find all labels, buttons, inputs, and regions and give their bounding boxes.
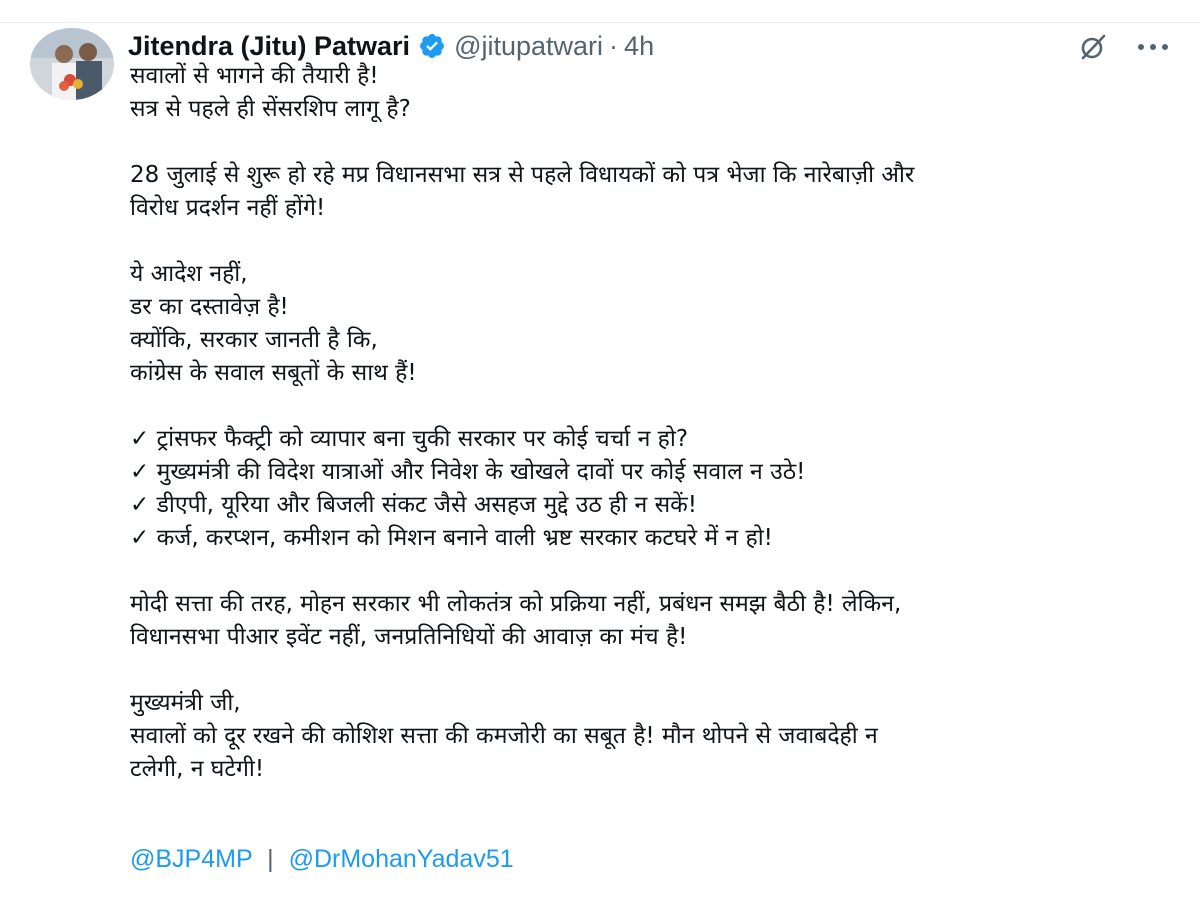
header-actions [1076,30,1170,64]
avatar-image [30,28,114,100]
tweet-text-line: सवालों से भागने की तैयारी है! [130,63,379,89]
verified-badge-icon [418,32,446,60]
tweet-text-line: मोदी सत्ता की तरह, मोहन सरकार भी लोकतंत्… [130,591,902,617]
avatar[interactable] [30,28,114,100]
top-divider [0,0,1200,23]
more-options-icon[interactable] [1136,30,1170,64]
tweet-text-line: सत्र से पहले ही सेंसरशिप लागू है? [130,96,411,122]
grok-icon[interactable] [1076,30,1110,64]
tweet-text-line: क्योंकि, सरकार जानती है कि, [130,327,378,353]
author-handle[interactable]: @jitupatwari [454,31,603,62]
tweet-text-line: विधानसभा पीआर इवेंट नहीं, जनप्रतिनिधियों… [130,624,688,650]
mention-link-drmohanyadav51[interactable]: @DrMohanYadav51 [289,845,514,873]
tweet-mentions: @BJP4MP | @DrMohanYadav51 [130,845,514,874]
tweet-text-line: ✓ डीएपी, यूरिया और बिजली संकट जैसे असहज … [130,492,697,518]
tweet-text-line: टलेगी, न घटेगी! [130,756,265,782]
tweet-text-line: कांग्रेस के सवाल सबूतों के साथ हैं! [130,360,417,386]
mention-separator: | [267,845,274,873]
tweet-header: Jitendra (Jitu) Patwari @jitupatwari · 4… [128,28,654,64]
tweet-text-line: डर का दस्तावेज़ है! [130,294,289,320]
tweet-text-line: सवालों को दूर रखने की कोशिश सत्ता की कमज… [130,723,878,749]
tweet-text-line: 28 जुलाई से शुरू हो रहे मप्र विधानसभा सत… [130,162,915,188]
tweet[interactable]: Jitendra (Jitu) Patwari @jitupatwari · 4… [0,0,1200,900]
tweet-text-line: ये आदेश नहीं, [130,261,248,287]
tweet-text-line: ✓ मुख्यमंत्री की विदेश यात्राओं और निवेश… [130,459,806,485]
author-display-name[interactable]: Jitendra (Jitu) Patwari [128,31,410,62]
tweet-body: सवालों से भागने की तैयारी है! सत्र से पहल… [130,60,1180,786]
tweet-text-line: ✓ ट्रांसफर फैक्ट्री को व्यापार बना चुकी … [130,426,689,452]
header-separator: · [609,30,619,61]
tweet-timestamp[interactable]: 4h [624,31,654,62]
tweet-text-line: ✓ कर्ज, करप्शन, कमीशन को मिशन बनाने वाली… [130,525,773,551]
tweet-text-line: मुख्यमंत्री जी, [130,690,241,716]
mention-link-bjp4mp[interactable]: @BJP4MP [130,845,252,873]
tweet-text-line: विरोध प्रदर्शन नहीं होंगे! [130,195,326,221]
